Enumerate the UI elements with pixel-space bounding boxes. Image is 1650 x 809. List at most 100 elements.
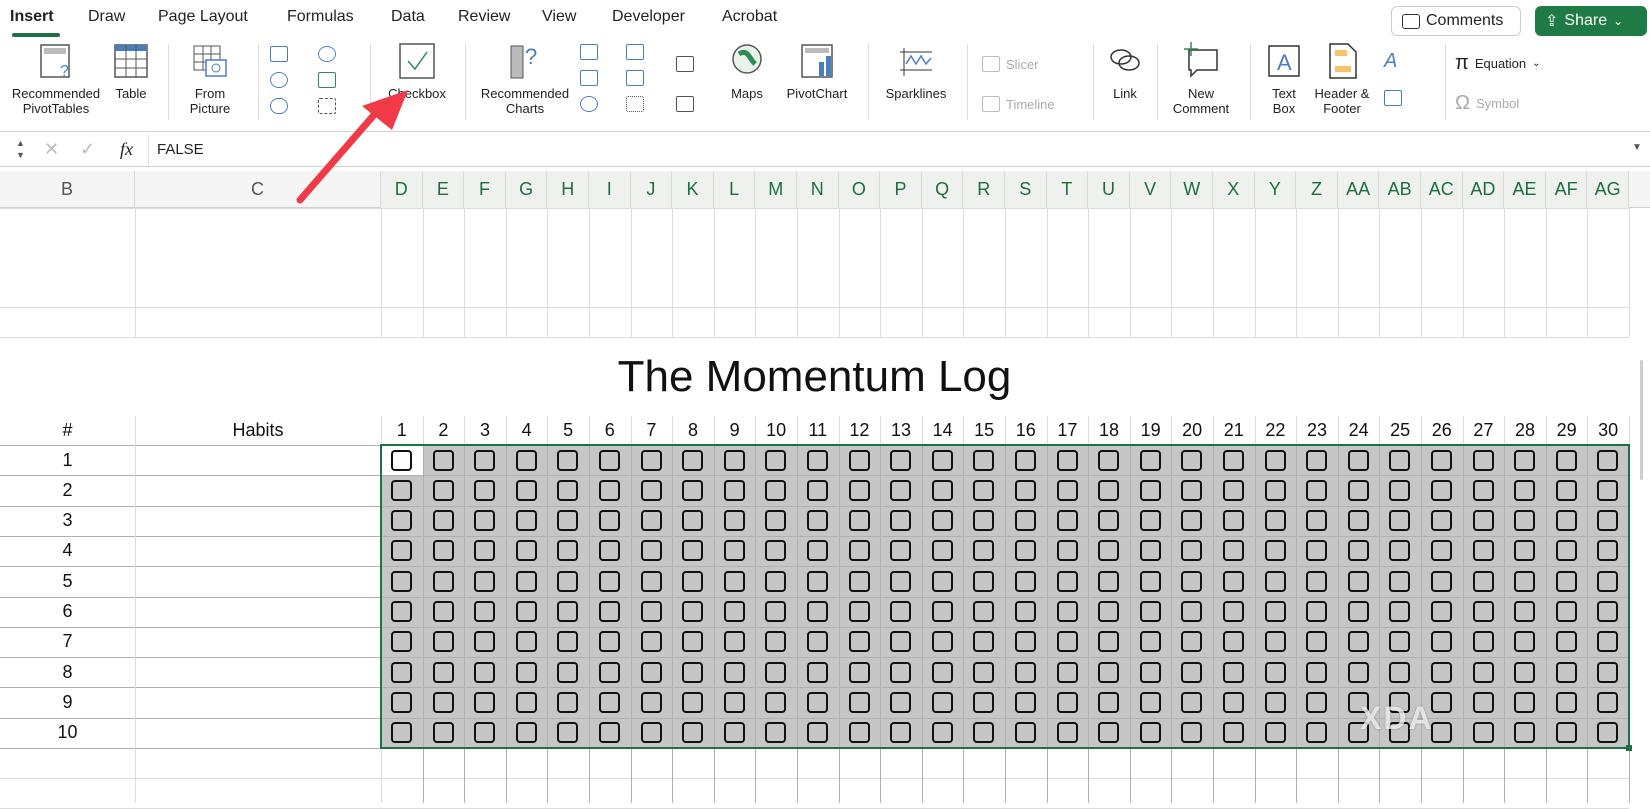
share-button[interactable]: ⇪ Share ⌄ — [1535, 6, 1647, 36]
habit-name-cell[interactable] — [135, 627, 381, 657]
habit-checkbox[interactable] — [807, 510, 828, 532]
habit-checkbox[interactable] — [931, 691, 953, 713]
habit-checkbox[interactable] — [1181, 722, 1203, 744]
habit-checkbox[interactable] — [890, 479, 912, 501]
habit-checkbox[interactable] — [807, 540, 828, 562]
habit-checkbox[interactable] — [1015, 570, 1036, 592]
column-header-O[interactable]: O — [838, 171, 881, 208]
habit-checkbox[interactable] — [1306, 631, 1328, 653]
habit-checkbox[interactable] — [391, 722, 412, 744]
column-header-B[interactable]: B — [0, 171, 135, 208]
habit-checkbox[interactable] — [1223, 691, 1244, 713]
habit-checkbox[interactable] — [848, 449, 870, 471]
habit-name-cell[interactable] — [135, 566, 381, 596]
habit-checkbox[interactable] — [599, 449, 620, 471]
habit-checkbox[interactable] — [1347, 570, 1369, 592]
habit-checkbox[interactable] — [973, 510, 995, 532]
habit-checkbox[interactable] — [1555, 631, 1577, 653]
column-header-M[interactable]: M — [755, 171, 797, 208]
shapes-icon[interactable] — [270, 72, 288, 88]
object-icon[interactable] — [1384, 90, 1402, 106]
habit-checkbox[interactable] — [765, 449, 787, 471]
habit-checkbox[interactable] — [599, 510, 620, 532]
habit-checkbox[interactable] — [1139, 661, 1161, 683]
habit-name-cell[interactable] — [135, 597, 381, 627]
habit-checkbox[interactable] — [1139, 540, 1161, 562]
equation-button[interactable]: π Equation ⌄ — [1455, 52, 1541, 75]
habit-checkbox[interactable] — [765, 570, 787, 592]
habit-checkbox[interactable] — [682, 691, 704, 713]
habit-checkbox[interactable] — [931, 570, 953, 592]
habit-checkbox[interactable] — [1389, 540, 1411, 562]
habit-checkbox[interactable] — [474, 570, 496, 592]
habit-checkbox[interactable] — [1472, 510, 1494, 532]
habit-checkbox[interactable] — [1015, 510, 1036, 532]
habit-checkbox[interactable] — [931, 449, 953, 471]
habit-checkbox[interactable] — [1015, 631, 1036, 653]
column-header-U[interactable]: U — [1088, 171, 1130, 208]
column-header-S[interactable]: S — [1005, 171, 1047, 208]
habit-checkbox[interactable] — [391, 510, 412, 532]
habit-checkbox[interactable] — [1264, 691, 1286, 713]
table-button[interactable]: Table — [110, 42, 152, 101]
habit-checkbox[interactable] — [1389, 449, 1411, 471]
habit-checkbox[interactable] — [973, 570, 995, 592]
column-header-AD[interactable]: AD — [1462, 171, 1505, 208]
habit-checkbox[interactable] — [557, 540, 579, 562]
habit-checkbox[interactable] — [557, 722, 579, 744]
habit-checkbox[interactable] — [599, 601, 620, 622]
habit-checkbox[interactable] — [890, 510, 912, 532]
habit-checkbox[interactable] — [1389, 631, 1411, 653]
column-header-Q[interactable]: Q — [921, 171, 964, 208]
tab-formulas[interactable]: Formulas — [287, 8, 354, 26]
habit-checkbox[interactable] — [1555, 449, 1577, 471]
slicer-button[interactable]: Slicer — [982, 56, 1039, 72]
habit-checkbox[interactable] — [931, 479, 953, 501]
habit-checkbox[interactable] — [1514, 601, 1536, 622]
habit-checkbox[interactable] — [515, 601, 537, 622]
habit-checkbox[interactable] — [1347, 510, 1369, 532]
habit-checkbox[interactable] — [765, 631, 787, 653]
habit-checkbox[interactable] — [1264, 631, 1286, 653]
habit-checkbox[interactable] — [682, 479, 704, 501]
habit-checkbox[interactable] — [682, 570, 704, 592]
comments-button[interactable]: Comments — [1391, 6, 1521, 36]
habit-checkbox[interactable] — [1597, 661, 1619, 683]
habit-checkbox[interactable] — [474, 722, 496, 744]
habit-checkbox[interactable] — [1514, 722, 1536, 744]
expand-formula-icon[interactable]: ▼ — [1632, 142, 1642, 153]
habit-checkbox[interactable] — [807, 691, 828, 713]
habit-checkbox[interactable] — [1098, 479, 1120, 501]
column-header-P[interactable]: P — [880, 171, 922, 208]
habit-name-cell[interactable] — [135, 718, 381, 748]
habit-checkbox[interactable] — [557, 661, 579, 683]
habit-checkbox[interactable] — [931, 540, 953, 562]
habit-name-cell[interactable] — [135, 687, 381, 717]
column-header-L[interactable]: L — [713, 171, 756, 208]
habit-checkbox[interactable] — [1555, 510, 1577, 532]
habit-name-cell[interactable] — [135, 536, 381, 566]
column-header-Y[interactable]: Y — [1254, 171, 1297, 208]
habit-checkbox[interactable] — [807, 661, 828, 683]
habit-checkbox[interactable] — [1015, 601, 1036, 622]
habit-checkbox[interactable] — [1347, 631, 1369, 653]
tab-developer[interactable]: Developer — [612, 8, 685, 26]
habit-checkbox[interactable] — [765, 510, 787, 532]
habit-checkbox[interactable] — [1472, 570, 1494, 592]
habit-checkbox[interactable] — [682, 661, 704, 683]
cancel-icon[interactable]: ✕ — [44, 139, 59, 160]
habit-checkbox[interactable] — [474, 449, 496, 471]
combo-chart-icon[interactable] — [676, 96, 694, 112]
habit-checkbox[interactable] — [848, 631, 870, 653]
habit-checkbox[interactable] — [807, 722, 828, 744]
icons-icon[interactable] — [270, 98, 288, 114]
habit-checkbox[interactable] — [682, 601, 704, 622]
habit-checkbox[interactable] — [1514, 479, 1536, 501]
habit-checkbox[interactable] — [848, 540, 870, 562]
habit-checkbox[interactable] — [557, 449, 579, 471]
habit-checkbox[interactable] — [557, 601, 579, 622]
habit-checkbox[interactable] — [391, 631, 412, 653]
habit-checkbox[interactable] — [1098, 631, 1120, 653]
column-header-J[interactable]: J — [630, 171, 673, 208]
habit-checkbox[interactable] — [1181, 479, 1203, 501]
